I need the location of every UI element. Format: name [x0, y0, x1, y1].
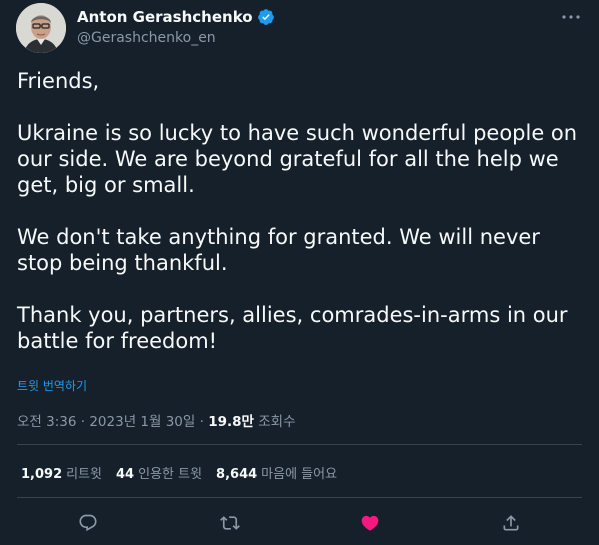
likes-label: 마음에 들어요	[261, 467, 338, 482]
meta-separator: ·	[80, 414, 86, 430]
avatar-photo	[16, 3, 66, 53]
likes-count: 8,644	[216, 467, 258, 482]
quotes-count: 44	[116, 467, 135, 482]
reply-icon[interactable]	[76, 511, 100, 535]
share-icon[interactable]	[499, 511, 523, 535]
tweet-paragraph: Thank you, partners, allies, comrades-in…	[17, 303, 568, 353]
tweet-detail: Anton Gerashchenko @Gerashchenko_en Frie…	[0, 0, 599, 545]
tweet-header: Anton Gerashchenko @Gerashchenko_en	[16, 3, 583, 55]
like-icon[interactable]	[358, 511, 382, 535]
meta-separator: ·	[199, 414, 204, 430]
tweet-paragraph: Friends,	[17, 69, 100, 93]
quotes-label: 인용한 트윗	[138, 467, 203, 482]
action-bar	[0, 508, 599, 538]
retweets-stat[interactable]: 1,092 리트윗	[21, 463, 102, 482]
more-options-icon[interactable]	[559, 7, 583, 27]
divider	[17, 497, 582, 498]
author-handle[interactable]: @Gerashchenko_en	[77, 30, 275, 46]
author-info: Anton Gerashchenko @Gerashchenko_en	[77, 7, 275, 46]
tweet-time[interactable]: 오전 3:36	[17, 414, 76, 430]
divider	[17, 444, 582, 445]
retweets-label: 리트윗	[66, 467, 103, 482]
retweets-count: 1,092	[21, 467, 63, 482]
tweet-paragraph: Ukraine is so lucky to have such wonderf…	[17, 121, 578, 197]
translate-tweet-link[interactable]: 트윗 번역하기	[17, 377, 87, 394]
tweet-meta: 오전 3:36 · 2023년 1월 30일 · 19.8만 조회수	[17, 410, 296, 430]
avatar[interactable]	[16, 3, 66, 53]
engagement-stats: 1,092 리트윗 44 인용한 트윗 8,644 마음에 들어요	[21, 463, 337, 482]
views-count: 19.8만	[208, 414, 254, 430]
likes-stat[interactable]: 8,644 마음에 들어요	[216, 463, 337, 482]
tweet-paragraph: We don't take anything for granted. We w…	[17, 225, 540, 275]
retweet-icon[interactable]	[218, 511, 242, 535]
author-name[interactable]: Anton Gerashchenko	[77, 8, 253, 26]
verified-badge-icon	[257, 8, 275, 26]
views-label: 조회수	[258, 414, 296, 430]
tweet-date[interactable]: 2023년 1월 30일	[89, 414, 195, 430]
tweet-text: Friends, Ukraine is so lucky to have suc…	[17, 68, 585, 354]
quotes-stat[interactable]: 44 인용한 트윗	[116, 463, 202, 482]
